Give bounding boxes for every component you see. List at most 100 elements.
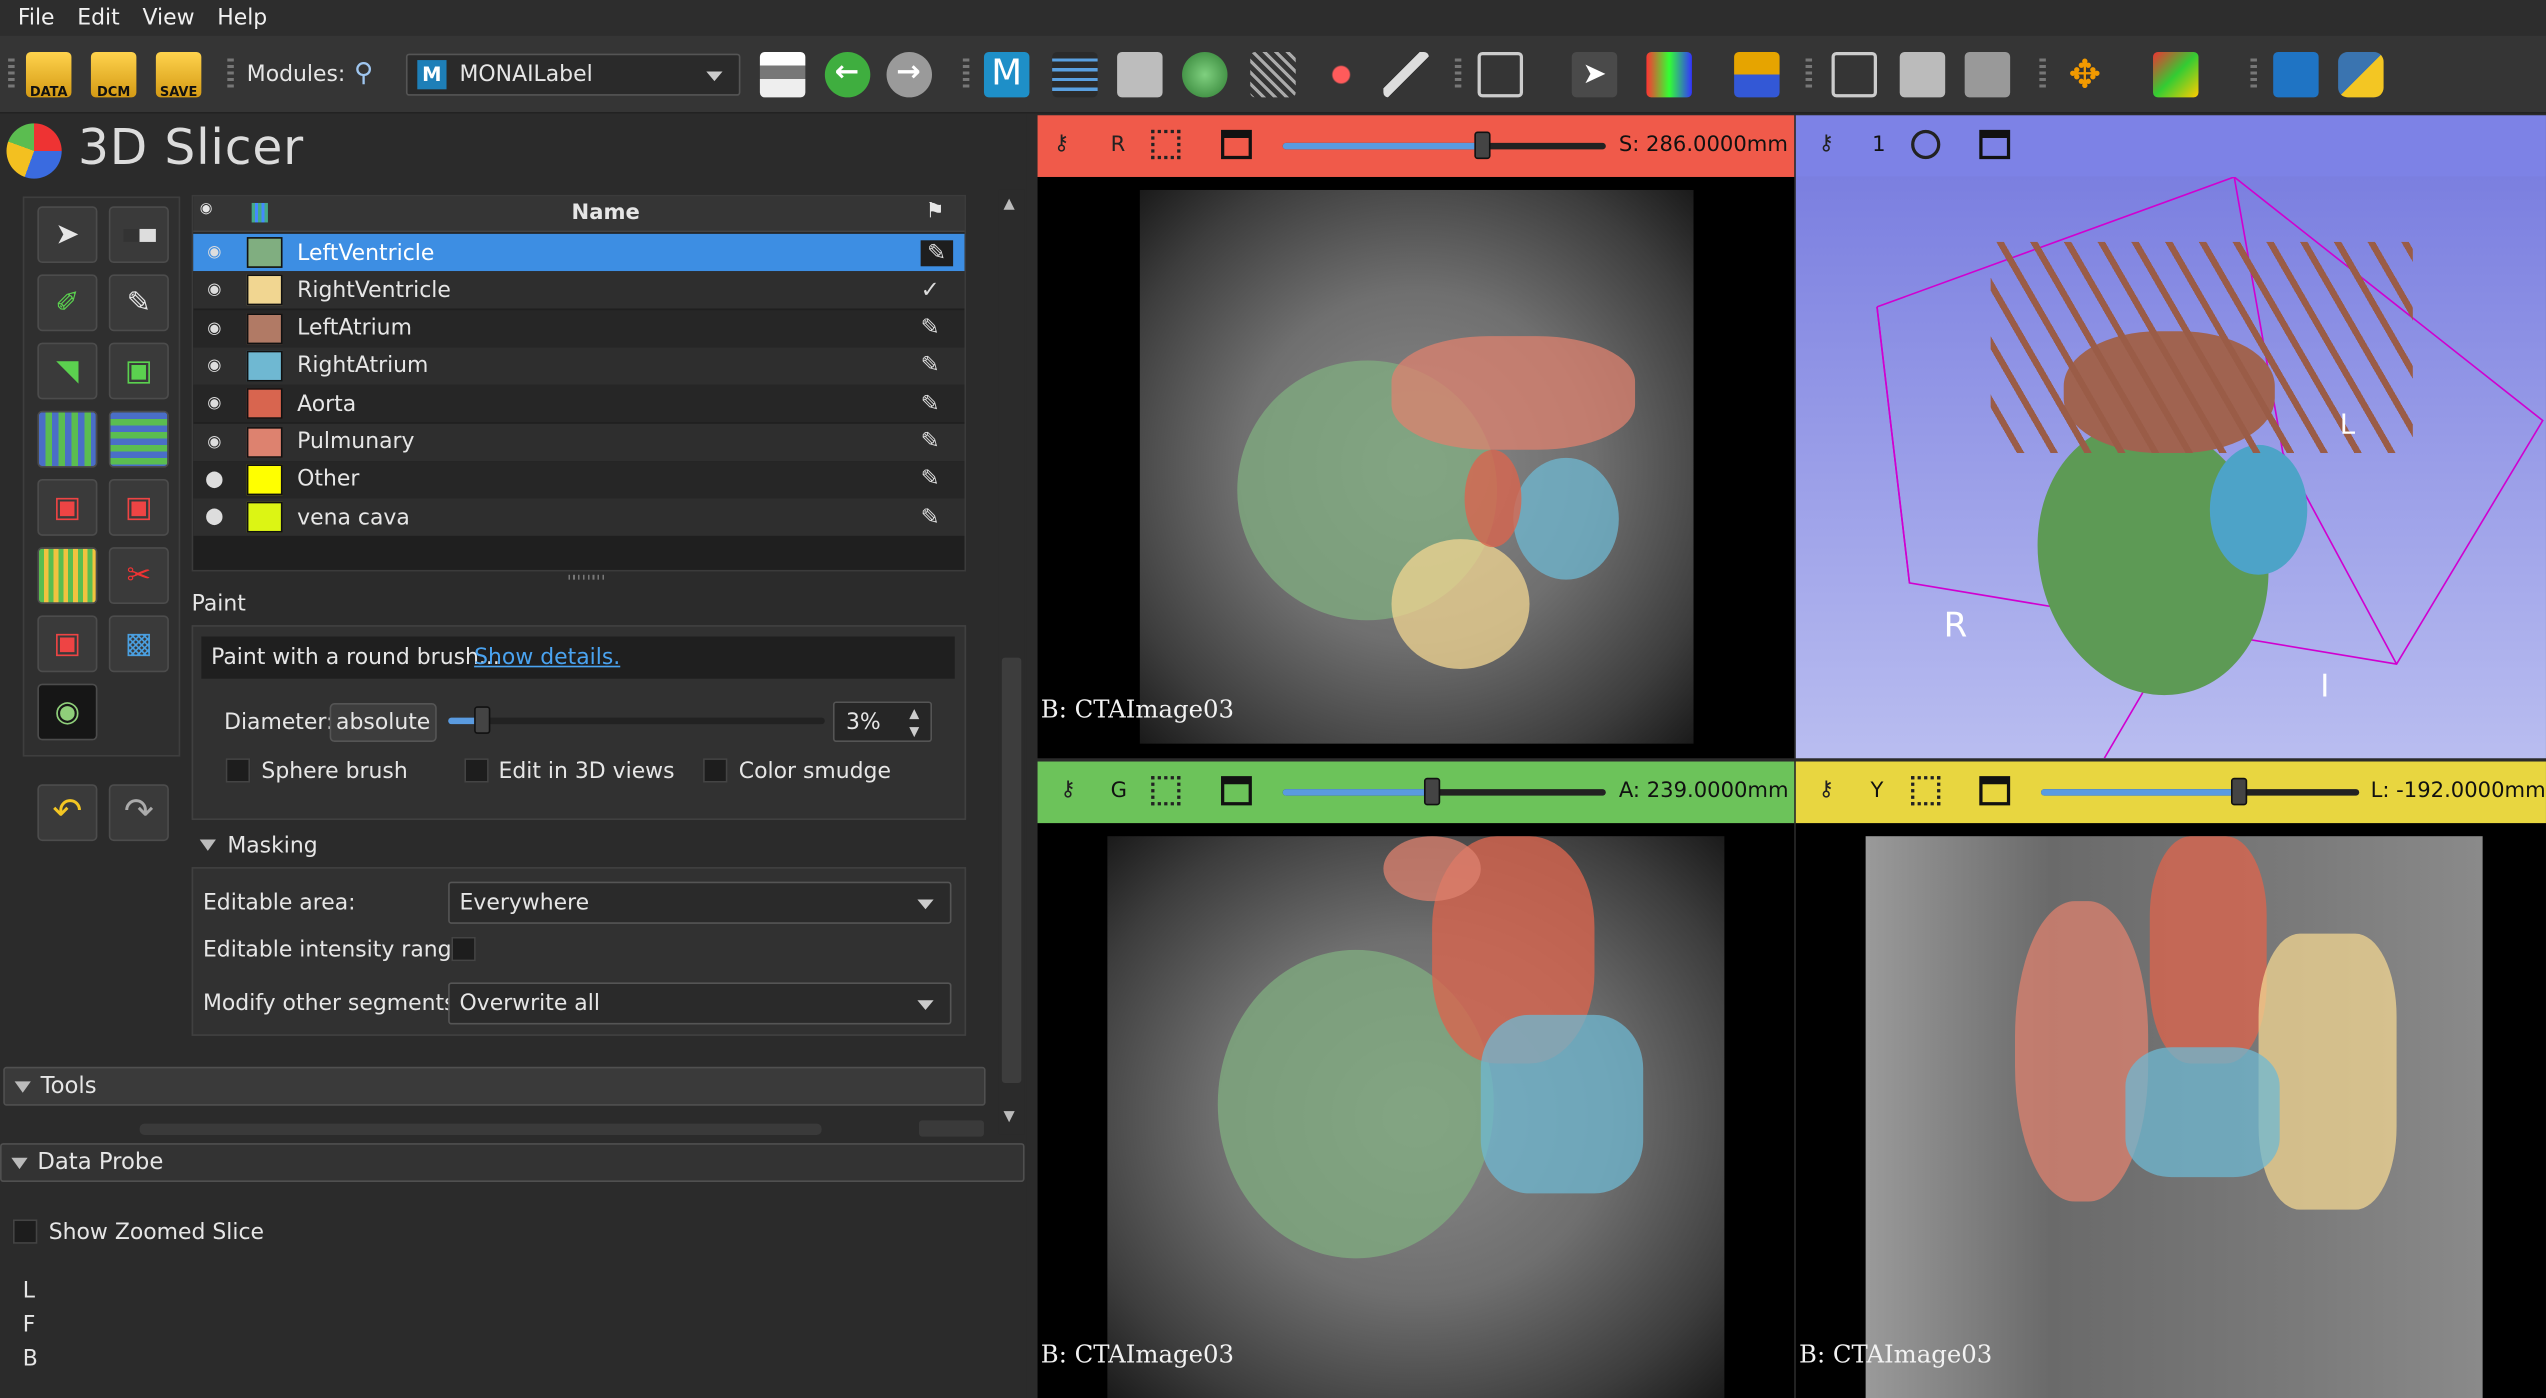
visibility-eye-icon[interactable]: ◉ <box>203 395 226 413</box>
sphere-brush-checkbox[interactable] <box>225 758 251 783</box>
menu-view[interactable]: View <box>131 5 206 31</box>
segment-row[interactable]: ◉ LeftAtrium ✎ <box>193 309 965 347</box>
3d-view[interactable]: L R I <box>1795 176 2546 759</box>
dicom-button[interactable]: DCM <box>90 51 137 99</box>
ruler-icon[interactable] <box>1734 51 1780 98</box>
visibility-header-icon[interactable]: ◉ <box>200 201 213 217</box>
segment-editor-icon[interactable] <box>1383 51 1429 98</box>
checkmark-icon[interactable]: ✓ <box>921 277 940 303</box>
edit-pencil-icon[interactable]: ✎ <box>920 239 953 266</box>
pin-icon[interactable]: ⚷ <box>1819 132 1834 156</box>
no-effect-pointer-icon[interactable]: ➤ <box>37 206 98 264</box>
visibility-eye-icon[interactable]: ⬤ <box>203 508 226 526</box>
flag-icon[interactable]: ⚑ <box>926 200 945 224</box>
green-slider-knob[interactable] <box>1423 777 1440 806</box>
diameter-spinbox[interactable]: 3% ▲ ▼ <box>832 701 933 743</box>
pointer-icon[interactable]: ➤ <box>1571 51 1618 98</box>
segment-color-swatch[interactable] <box>246 388 283 420</box>
segment-color-swatch[interactable] <box>246 312 283 344</box>
edit-pencil-icon[interactable]: ✎ <box>921 315 940 341</box>
module-selector[interactable]: M MONAILabel <box>405 53 741 96</box>
data-tree-icon[interactable] <box>1052 51 1098 98</box>
diameter-slider[interactable] <box>448 706 825 734</box>
smoothing-icon[interactable] <box>37 547 98 605</box>
toolbar-grip[interactable] <box>227 58 234 91</box>
module-history-icon[interactable] <box>759 51 806 98</box>
red-slider-knob[interactable] <box>1474 131 1492 160</box>
screenshot-icon[interactable] <box>1831 51 1877 98</box>
yellow-slider-knob[interactable] <box>2230 777 2247 806</box>
window-level-icon[interactable] <box>1646 51 1692 98</box>
layout-icon[interactable] <box>1477 51 1524 98</box>
segment-row[interactable]: ◉ Aorta ✎ <box>193 385 965 423</box>
segment-row[interactable]: ⬤ vena cava ✎ <box>193 498 965 536</box>
draw-icon[interactable]: ✎ <box>108 274 169 332</box>
editable-area-combo[interactable]: Everywhere <box>448 881 952 924</box>
scissors-icon[interactable]: ✂ <box>108 547 169 605</box>
segment-name[interactable]: LeftVentricle <box>297 239 434 265</box>
visibility-eye-icon[interactable]: ◉ <box>203 433 226 451</box>
segment-color-swatch[interactable] <box>246 501 283 533</box>
margin-icon[interactable]: ▣ <box>37 478 98 536</box>
green-slice-view[interactable]: B: CTAImage03 <box>1037 823 1795 1398</box>
transforms-icon[interactable] <box>1250 51 1296 98</box>
color-header-icon[interactable] <box>251 202 268 223</box>
visibility-eye-icon[interactable]: ◉ <box>203 281 226 299</box>
segment-row[interactable]: ◉ LeftVentricle ✎ <box>193 233 965 272</box>
color-smudge-checkbox[interactable] <box>703 758 728 783</box>
segment-row[interactable]: ⬤ Other ✎ <box>193 460 965 499</box>
redo-icon[interactable]: ↷ <box>108 784 169 842</box>
models-icon[interactable] <box>1182 51 1228 98</box>
volumes-icon[interactable] <box>1117 51 1163 98</box>
menu-file[interactable]: File <box>6 5 65 31</box>
pin-icon[interactable]: ⚷ <box>1054 132 1069 156</box>
segment-name[interactable]: RightAtrium <box>297 353 428 379</box>
visibility-eye-icon[interactable]: ◉ <box>203 244 226 262</box>
toolbar-grip[interactable] <box>2039 58 2046 91</box>
spin-down-icon[interactable]: ▼ <box>909 724 919 739</box>
maximize-view-icon[interactable] <box>1979 129 2011 160</box>
toolbar-grip[interactable] <box>8 58 15 91</box>
camera-icon[interactable] <box>1899 51 1946 98</box>
toolbar-grip[interactable] <box>1454 58 1462 91</box>
center-view-icon[interactable] <box>1911 129 1941 160</box>
segment-row[interactable]: ◉ RightVentricle ✓ <box>193 271 965 309</box>
edit-pencil-icon[interactable]: ✎ <box>921 466 940 492</box>
link-icon[interactable] <box>1151 776 1181 806</box>
save-button[interactable]: SAVE <box>155 51 202 99</box>
toolbar-grip[interactable] <box>2250 58 2257 91</box>
pin-icon[interactable]: ⚷ <box>1060 778 1075 802</box>
crosshair-icon[interactable]: ✥ <box>2062 52 2107 97</box>
scroll-down-icon[interactable]: ▼ <box>1003 1109 1014 1125</box>
level-tracing-icon[interactable]: ▣ <box>108 342 169 400</box>
logical-operators-icon[interactable]: ▩ <box>108 615 169 673</box>
yellow-slice-slider[interactable] <box>2040 777 2360 806</box>
menu-help[interactable]: Help <box>206 5 279 31</box>
edit-pencil-icon[interactable]: ✎ <box>921 391 940 417</box>
erase-icon[interactable]: ◥ <box>37 342 98 400</box>
grow-from-seeds-icon[interactable] <box>37 410 98 468</box>
visibility-eye-icon[interactable]: ◉ <box>203 357 226 375</box>
toolbar-grip[interactable] <box>1805 58 1813 91</box>
pin-icon[interactable]: ⚷ <box>1819 778 1834 802</box>
segment-color-swatch[interactable] <box>246 274 283 306</box>
mask-volume-icon[interactable]: ◉ <box>37 683 98 741</box>
green-slice-slider[interactable] <box>1282 777 1606 806</box>
segment-name[interactable]: RightVentricle <box>297 277 451 303</box>
red-slice-view[interactable]: B: CTAImage03 <box>1037 176 1795 759</box>
record-icon[interactable] <box>1964 51 2011 98</box>
link-icon[interactable] <box>1151 129 1181 160</box>
edit-pencil-icon[interactable]: ✎ <box>921 353 940 379</box>
segment-name[interactable]: LeftAtrium <box>297 315 412 341</box>
segment-name[interactable]: Aorta <box>297 391 356 417</box>
name-column-header[interactable]: Name <box>572 201 640 225</box>
fill-between-slices-icon[interactable] <box>108 410 169 468</box>
diameter-slider-knob[interactable] <box>473 706 491 734</box>
segment-color-swatch[interactable] <box>246 237 283 268</box>
segment-row[interactable]: ◉ Pulmunary ✎ <box>193 422 965 461</box>
scroll-up-icon[interactable]: ▲ <box>1003 196 1014 212</box>
load-data-button[interactable]: DATA <box>25 51 72 99</box>
edit-3d-checkbox[interactable] <box>464 758 489 783</box>
show-details-link[interactable]: Show details. <box>474 645 620 671</box>
edit-pencil-icon[interactable]: ✎ <box>921 429 940 455</box>
